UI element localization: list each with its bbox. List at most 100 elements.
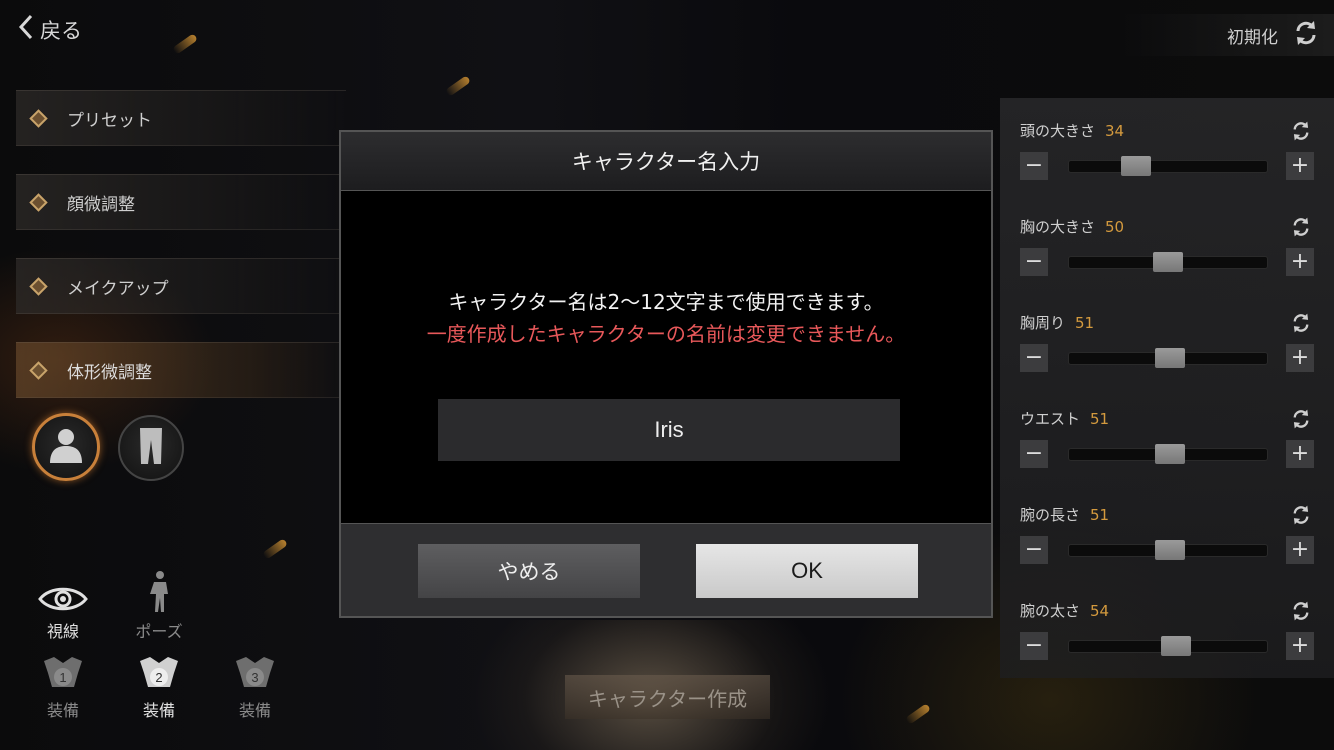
plus-button[interactable]: + — [1286, 440, 1314, 468]
slider-thumb[interactable] — [1154, 348, 1185, 368]
body-slider-panel: 頭の大きさ 34 − + 胸の大きさ 50 − + 胸周り 51 − + ウエスト 51… — [1000, 98, 1334, 678]
pose-figure-icon — [144, 570, 174, 618]
slider-arm-length: 腕の長さ 51 − + — [1000, 482, 1334, 578]
equip-set-3-button[interactable]: 3 装備 — [220, 655, 290, 721]
plus-button[interactable]: + — [1286, 344, 1314, 372]
refresh-icon[interactable] — [1290, 408, 1312, 434]
diamond-icon — [29, 360, 48, 380]
equip-label: 装備 — [238, 701, 271, 720]
slider-value: 54 — [1090, 602, 1110, 620]
minus-button[interactable]: − — [1020, 632, 1048, 660]
slider-value: 34 — [1105, 122, 1125, 140]
slider-value: 50 — [1105, 218, 1125, 236]
upper-body-button[interactable] — [32, 413, 100, 481]
diamond-icon — [29, 108, 48, 128]
cancel-button[interactable]: やめる — [418, 544, 640, 598]
slider-track[interactable] — [1068, 540, 1268, 560]
refresh-icon — [1292, 19, 1320, 52]
create-character-button[interactable]: キャラクター作成 — [565, 675, 770, 719]
diamond-icon — [29, 276, 48, 296]
slider-label: 胸の大きさ — [1020, 218, 1096, 236]
slider-label: 腕の太さ — [1020, 602, 1081, 620]
svg-text:3: 3 — [251, 670, 258, 685]
svg-text:2: 2 — [155, 670, 162, 685]
dialog-title: キャラクター名入力 — [341, 132, 991, 191]
ok-button[interactable]: OK — [696, 544, 918, 598]
customize-menu: プリセット 顔微調整 メイクアップ 体形微調整 — [16, 90, 346, 426]
gaze-label: 視線 — [46, 622, 79, 641]
slider-track[interactable] — [1068, 636, 1268, 656]
ember-particle — [905, 703, 931, 725]
slider-value: 51 — [1090, 410, 1110, 428]
minus-button[interactable]: − — [1020, 248, 1048, 276]
equip-label: 装備 — [142, 701, 175, 720]
refresh-icon[interactable] — [1290, 216, 1312, 242]
slider-thumb[interactable] — [1154, 540, 1185, 560]
slider-chest-girth: 胸周り 51 − + — [1000, 290, 1334, 386]
svg-text:1: 1 — [59, 670, 66, 685]
equip-set-2-button[interactable]: 2 装備 — [124, 655, 194, 721]
plus-button[interactable]: + — [1286, 248, 1314, 276]
slider-track[interactable] — [1068, 252, 1268, 272]
back-button[interactable]: 戻る — [18, 14, 82, 45]
menu-item-makeup[interactable]: メイクアップ — [16, 258, 346, 314]
slider-track[interactable] — [1068, 444, 1268, 464]
ember-particle — [262, 538, 288, 560]
dialog-warning: 一度作成したキャラクターの名前は変更できません。 — [426, 322, 906, 346]
menu-item-label: 顔微調整 — [67, 194, 135, 215]
dialog-footer: やめる OK — [341, 523, 991, 616]
minus-button[interactable]: − — [1020, 344, 1048, 372]
slider-track[interactable] — [1068, 156, 1268, 176]
menu-item-preset[interactable]: プリセット — [16, 90, 346, 146]
gaze-button[interactable]: 視線 — [28, 574, 98, 642]
refresh-icon[interactable] — [1290, 312, 1312, 338]
ember-particle — [445, 75, 471, 97]
slider-thumb[interactable] — [1121, 156, 1152, 176]
minus-button[interactable]: − — [1020, 440, 1048, 468]
menu-item-label: 体形微調整 — [67, 362, 152, 383]
character-name-input[interactable] — [438, 399, 900, 461]
plus-button[interactable]: + — [1286, 632, 1314, 660]
pose-label: ポーズ — [135, 622, 183, 641]
menu-item-face[interactable]: 顔微調整 — [16, 174, 346, 230]
slider-label: 頭の大きさ — [1020, 122, 1096, 140]
slider-track[interactable] — [1068, 348, 1268, 368]
lower-body-button[interactable] — [118, 415, 184, 481]
menu-item-label: メイクアップ — [67, 278, 169, 299]
reset-all-button[interactable]: 初期化 — [1124, 14, 1334, 56]
pose-button[interactable]: ポーズ — [124, 571, 194, 642]
eye-icon — [38, 584, 88, 618]
armor-3-icon: 3 — [232, 653, 278, 697]
ember-particle — [172, 33, 198, 55]
menu-item-body[interactable]: 体形微調整 — [16, 342, 346, 398]
slider-label: 胸周り — [1020, 314, 1066, 332]
menu-item-label: プリセット — [67, 110, 152, 131]
back-label: 戻る — [40, 18, 82, 43]
plus-button[interactable]: + — [1286, 536, 1314, 564]
chevron-left-icon — [18, 14, 34, 45]
upper-body-icon — [46, 425, 86, 469]
equip-set-1-button[interactable]: 1 装備 — [28, 655, 98, 721]
armor-2-icon: 2 — [136, 653, 182, 697]
slider-head-size: 頭の大きさ 34 − + — [1000, 98, 1334, 194]
name-input-dialog: キャラクター名入力 キャラクター名は2〜12文字まで使用できます。 一度作成した… — [339, 130, 993, 618]
slider-chest-size: 胸の大きさ 50 − + — [1000, 194, 1334, 290]
minus-button[interactable]: − — [1020, 152, 1048, 180]
refresh-icon[interactable] — [1290, 600, 1312, 626]
equip-label: 装備 — [46, 701, 79, 720]
slider-thumb[interactable] — [1160, 636, 1191, 656]
armor-1-icon: 1 — [40, 653, 86, 697]
slider-value: 51 — [1090, 506, 1110, 524]
slider-thumb[interactable] — [1154, 444, 1185, 464]
minus-button[interactable]: − — [1020, 536, 1048, 564]
refresh-icon[interactable] — [1290, 120, 1312, 146]
plus-button[interactable]: + — [1286, 152, 1314, 180]
create-label: キャラクター作成 — [587, 686, 748, 711]
refresh-icon[interactable] — [1290, 504, 1312, 530]
dialog-message: キャラクター名は2〜12文字まで使用できます。 — [448, 290, 884, 314]
slider-arm-thickness: 腕の太さ 54 − + — [1000, 578, 1334, 674]
slider-thumb[interactable] — [1153, 252, 1183, 272]
reset-label: 初期化 — [1227, 27, 1278, 48]
slider-value: 51 — [1075, 314, 1095, 332]
slider-label: 腕の長さ — [1020, 506, 1081, 524]
